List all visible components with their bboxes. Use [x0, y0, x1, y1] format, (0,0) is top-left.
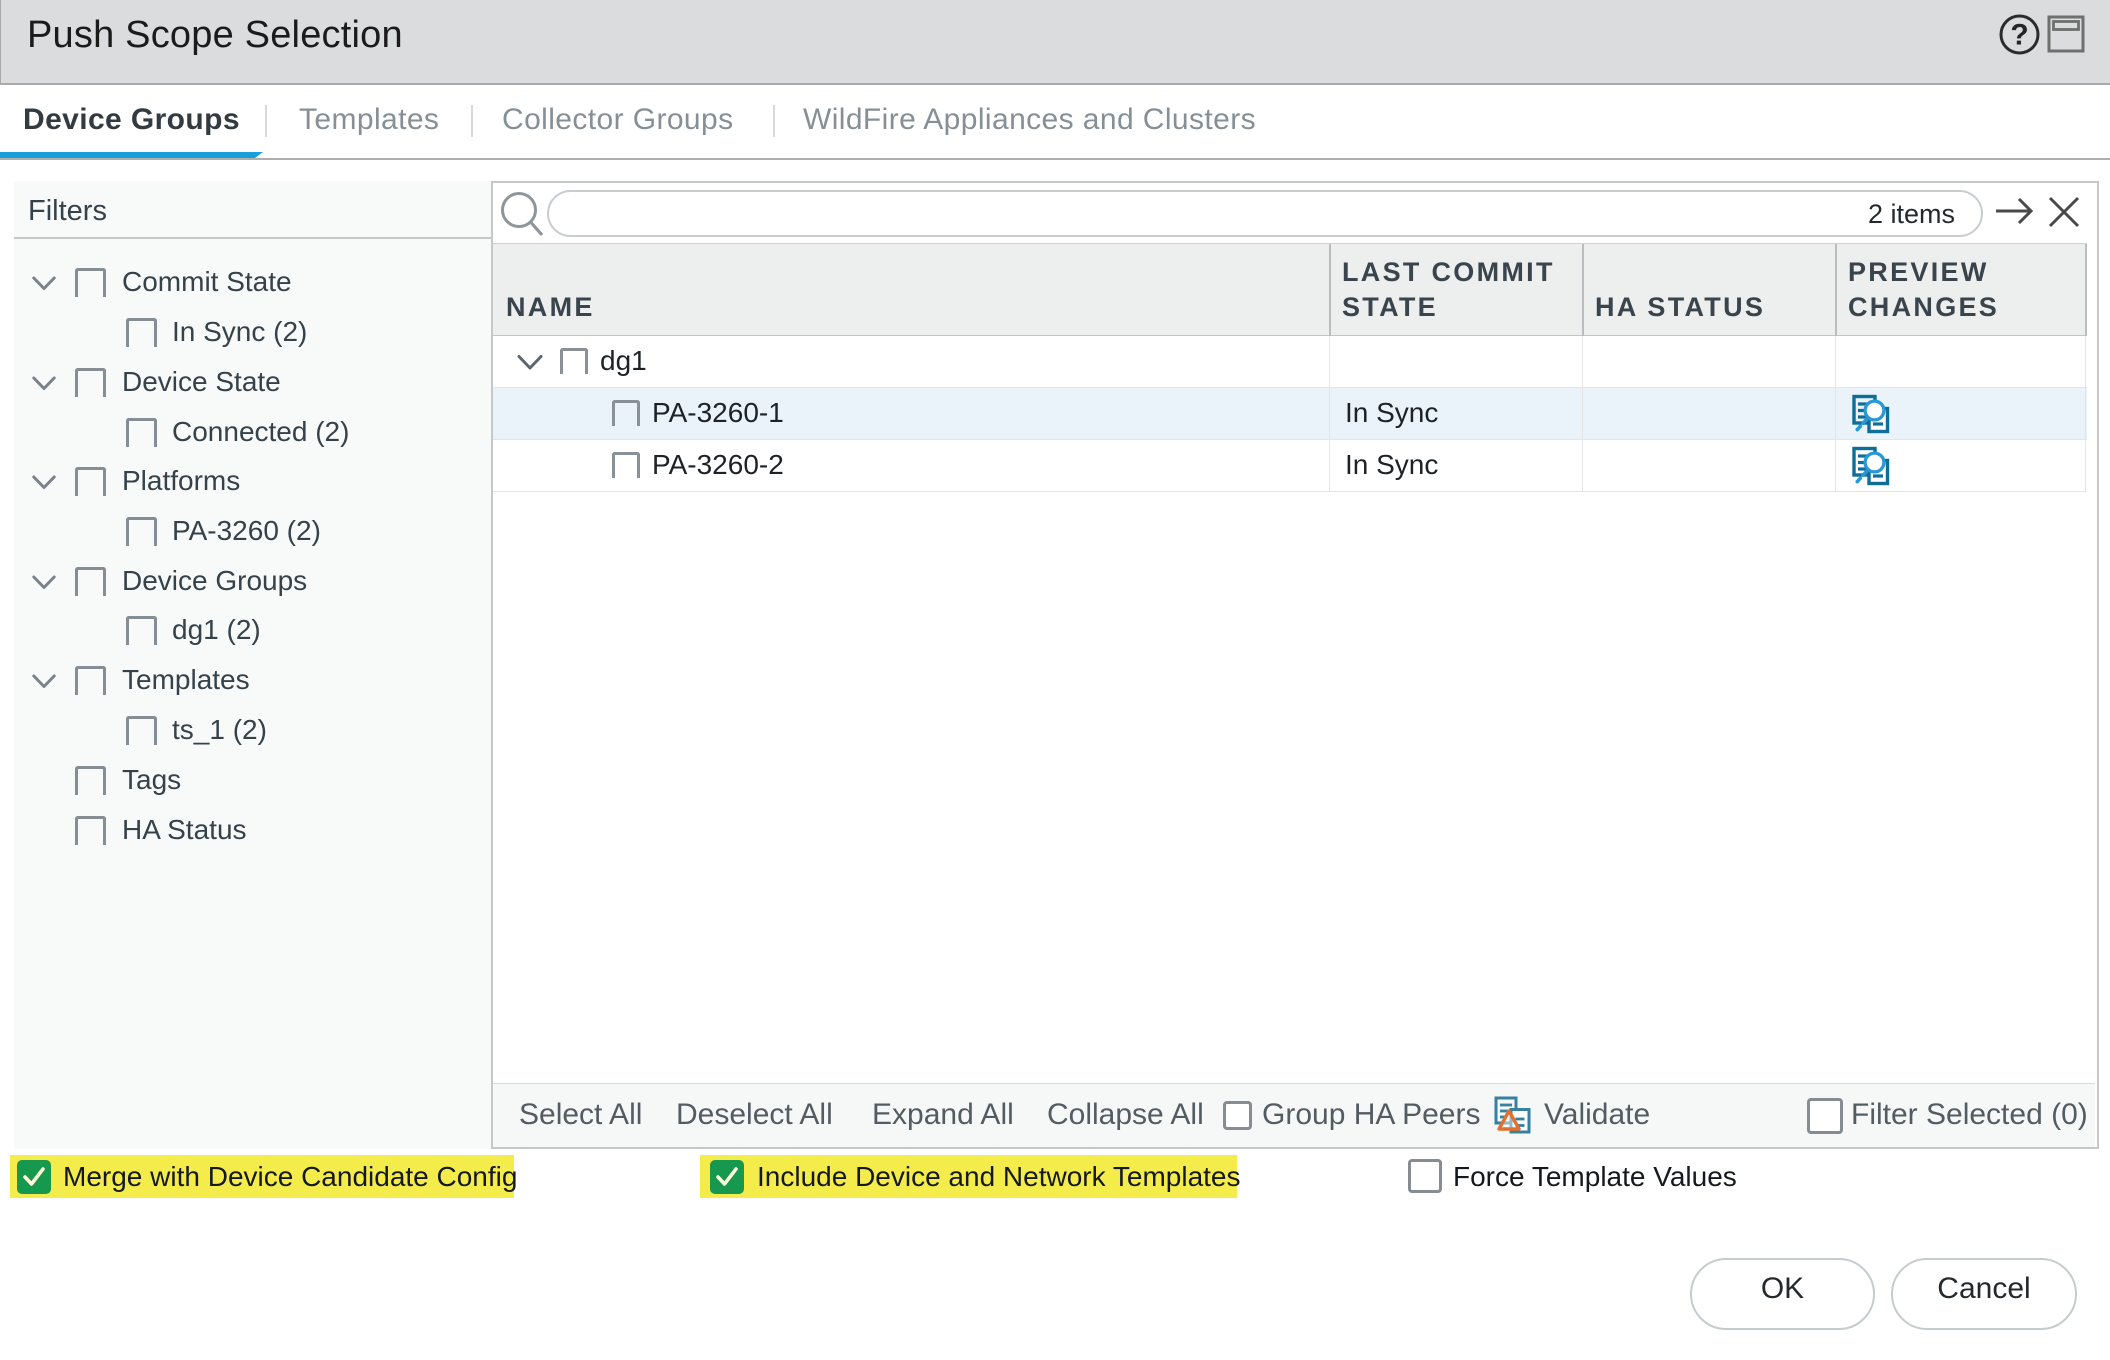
svg-text:?: ? [2010, 19, 2028, 52]
